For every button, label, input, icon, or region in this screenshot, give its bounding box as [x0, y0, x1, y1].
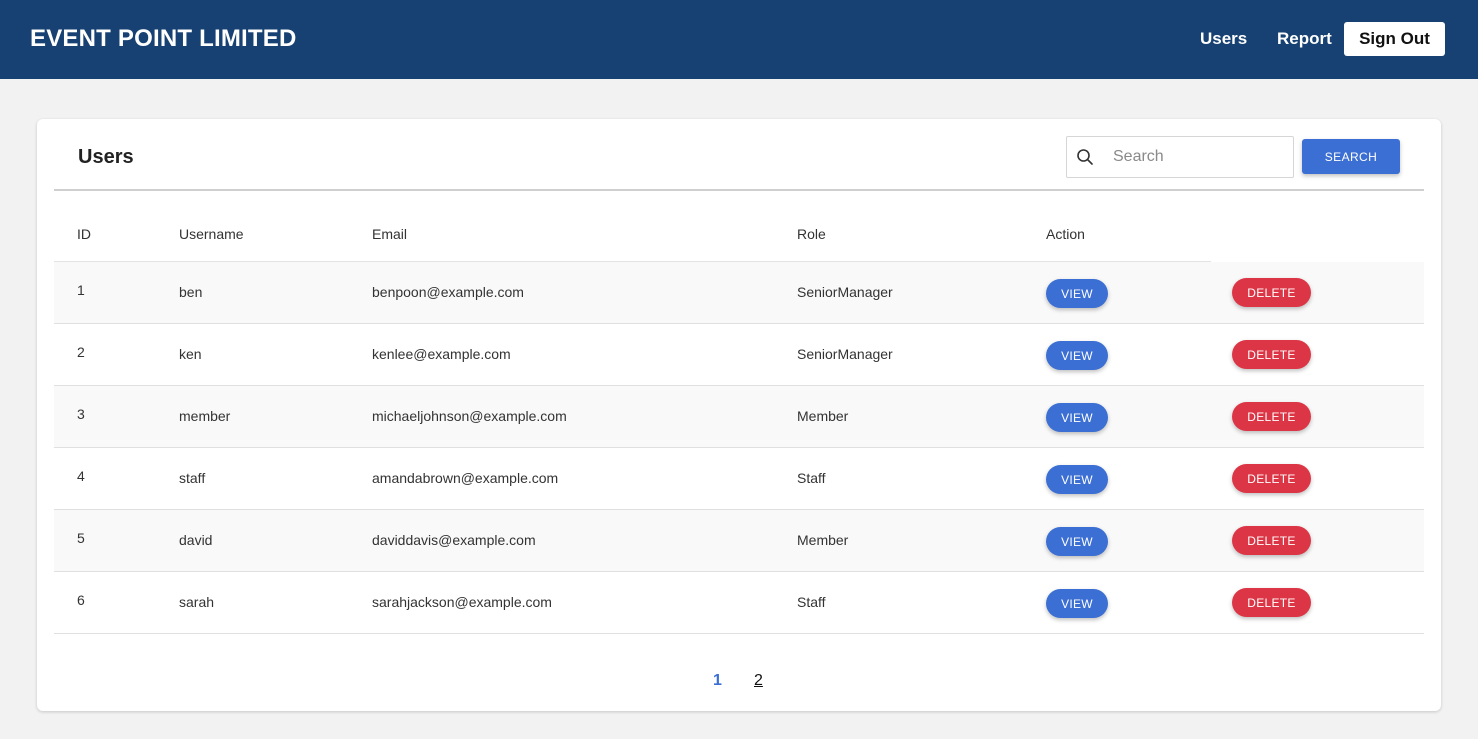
view-button[interactable]: VIEW	[1046, 589, 1108, 618]
users-card: Users SEARCH ID Username Email Role Acti…	[37, 119, 1441, 711]
cell-role: SeniorManager	[797, 346, 893, 362]
delete-button[interactable]: DELETE	[1232, 464, 1311, 493]
cell-email: amandabrown@example.com	[372, 470, 559, 486]
cell-email: benpoon@example.com	[372, 284, 524, 300]
top-navbar: EVENT POINT LIMITED Users Report Sign Ou…	[0, 0, 1478, 79]
cell-role: Member	[797, 408, 849, 424]
cell-id: 1	[77, 282, 85, 298]
search-icon	[1076, 148, 1094, 166]
brand-title: EVENT POINT LIMITED	[30, 25, 297, 52]
view-button[interactable]: VIEW	[1046, 341, 1108, 370]
cell-role: Staff	[797, 470, 826, 486]
delete-button[interactable]: DELETE	[1232, 402, 1311, 431]
cell-username: member	[179, 408, 231, 424]
cell-id: 3	[77, 406, 85, 422]
delete-button[interactable]: DELETE	[1232, 588, 1311, 617]
cell-id: 6	[77, 592, 85, 608]
table-row: 3 member michaeljohnson@example.com Memb…	[54, 386, 1424, 448]
cell-username: david	[179, 532, 213, 548]
cell-role: SeniorManager	[797, 284, 893, 300]
delete-button[interactable]: DELETE	[1232, 278, 1311, 307]
table-row: 6 sarah sarahjackson@example.com Staff V…	[54, 572, 1424, 634]
table-header: ID Username Email Role Action	[54, 191, 1424, 262]
cell-username: ken	[179, 346, 202, 362]
nav-link-report[interactable]: Report	[1277, 29, 1332, 49]
table-row: 1 ben benpoon@example.com SeniorManager …	[54, 262, 1424, 324]
table-row: 2 ken kenlee@example.com SeniorManager V…	[54, 324, 1424, 386]
cell-email: sarahjackson@example.com	[372, 594, 552, 610]
search-box	[1066, 136, 1294, 178]
nav-link-users[interactable]: Users	[1200, 29, 1247, 49]
page-link-2[interactable]: 2	[754, 672, 763, 690]
cell-id: 4	[77, 468, 85, 484]
search-button[interactable]: SEARCH	[1302, 139, 1400, 174]
cell-role: Member	[797, 532, 849, 548]
page-link-1[interactable]: 1	[713, 672, 722, 690]
view-button[interactable]: VIEW	[1046, 403, 1108, 432]
view-button[interactable]: VIEW	[1046, 465, 1108, 494]
cell-role: Staff	[797, 594, 826, 610]
pagination: 1 2	[37, 672, 1441, 694]
sign-out-button[interactable]: Sign Out	[1344, 22, 1445, 56]
cell-email: kenlee@example.com	[372, 346, 511, 362]
column-header-id: ID	[77, 226, 91, 242]
column-header-username: Username	[179, 226, 244, 242]
table-row: 5 david daviddavis@example.com Member VI…	[54, 510, 1424, 572]
delete-button[interactable]: DELETE	[1232, 340, 1311, 369]
column-header-email: Email	[372, 226, 408, 242]
column-header-action: Action	[1046, 226, 1085, 242]
cell-id: 2	[77, 344, 85, 360]
cell-id: 5	[77, 530, 85, 546]
cell-username: staff	[179, 470, 206, 486]
delete-button[interactable]: DELETE	[1232, 526, 1311, 555]
column-header-role: Role	[797, 226, 826, 242]
view-button[interactable]: VIEW	[1046, 527, 1108, 556]
cell-username: sarah	[179, 594, 215, 610]
table-row: 4 staff amandabrown@example.com Staff VI…	[54, 448, 1424, 510]
search-input[interactable]	[1113, 146, 1283, 168]
cell-email: michaeljohnson@example.com	[372, 408, 567, 424]
cell-username: ben	[179, 284, 203, 300]
page-title: Users	[78, 146, 134, 168]
cell-email: daviddavis@example.com	[372, 532, 536, 548]
view-button[interactable]: VIEW	[1046, 279, 1108, 308]
